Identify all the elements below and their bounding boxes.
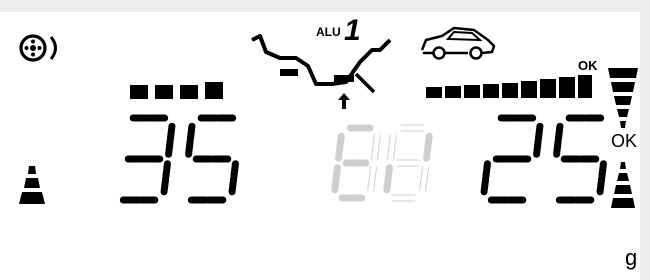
digit-segment <box>184 179 186 192</box>
digit-segment <box>160 175 170 196</box>
car-icon <box>418 26 498 62</box>
digit-segment <box>118 164 120 177</box>
digit-segment <box>389 131 396 149</box>
digit-segment <box>331 176 340 194</box>
digit-segment <box>532 179 534 192</box>
digit-segment <box>121 141 123 154</box>
digit-segment <box>228 175 238 196</box>
digit-segment <box>606 126 608 139</box>
digit-segment <box>238 126 240 139</box>
alu-label: ALU <box>316 25 341 39</box>
digit-segment <box>116 179 118 192</box>
digit-segment <box>122 126 124 139</box>
digit-segment <box>552 179 554 192</box>
alu-position-digit: 1 <box>344 14 361 47</box>
digit-segment <box>166 122 176 143</box>
rim-profile-icon <box>250 26 410 116</box>
digit-segment <box>424 132 433 150</box>
digit-segment <box>384 164 393 182</box>
digit-segment <box>552 179 554 192</box>
digit-segment <box>490 126 492 139</box>
digit-segment <box>373 131 380 149</box>
digit-segment <box>336 132 345 150</box>
digit-segment <box>554 122 564 143</box>
digit-segment <box>185 137 194 158</box>
digit-segment <box>387 145 395 163</box>
digit-segment <box>420 177 427 195</box>
digit-segment <box>490 126 492 139</box>
digit-segment <box>532 179 534 192</box>
digit-segment <box>534 122 544 143</box>
digit-segment <box>237 141 239 154</box>
digit-segment <box>534 164 536 177</box>
digit-segment <box>482 160 491 181</box>
digit-segment <box>480 175 490 196</box>
ok-label-top: OK <box>578 58 598 73</box>
digit-segment <box>368 177 375 195</box>
left-imbalance-value <box>116 114 240 204</box>
digit-segment <box>238 126 240 139</box>
digit-segment <box>371 145 379 163</box>
digit-segment <box>335 144 344 162</box>
digit-segment <box>332 164 341 182</box>
digit-segment <box>596 175 606 196</box>
balancer-lcd-screen: ALU 1 OK OK g <box>0 0 650 280</box>
digit-segment <box>186 164 188 177</box>
left-position-indicator <box>18 166 50 208</box>
right-bar-indicator <box>426 73 606 99</box>
digit-segment <box>423 144 432 162</box>
digit-segment <box>121 141 123 154</box>
digit-segment <box>598 160 607 181</box>
digit-segment <box>369 163 377 181</box>
digit-segment <box>489 141 491 154</box>
digit-segment <box>421 163 429 181</box>
unit-label: g <box>625 245 638 270</box>
digit-segment <box>553 137 562 158</box>
right-imbalance-value <box>480 114 608 204</box>
digit-segment <box>186 164 188 177</box>
digit-segment <box>383 176 392 194</box>
digit-segment <box>186 122 196 143</box>
digit-segment <box>606 126 608 139</box>
center-value <box>331 124 433 202</box>
digit-segment <box>230 160 239 181</box>
arrow-up-icon <box>338 93 350 109</box>
digit-segment <box>554 164 556 177</box>
digit-segment <box>554 164 556 177</box>
digit-segment <box>489 141 491 154</box>
digit-segment <box>605 141 607 154</box>
digit-segment <box>533 137 542 158</box>
digit-segment <box>534 164 536 177</box>
digit-segment <box>118 164 120 177</box>
digit-segment <box>605 141 607 154</box>
digit-segment <box>237 141 239 154</box>
digit-segment <box>116 179 118 192</box>
digit-segment <box>162 160 171 181</box>
digit-segment <box>184 179 186 192</box>
left-bar-indicator <box>130 82 230 100</box>
wheel-sound-icon <box>16 28 62 68</box>
digit-segment <box>122 126 124 139</box>
digit-segment <box>165 137 174 158</box>
lcd-frame-top <box>0 0 650 12</box>
